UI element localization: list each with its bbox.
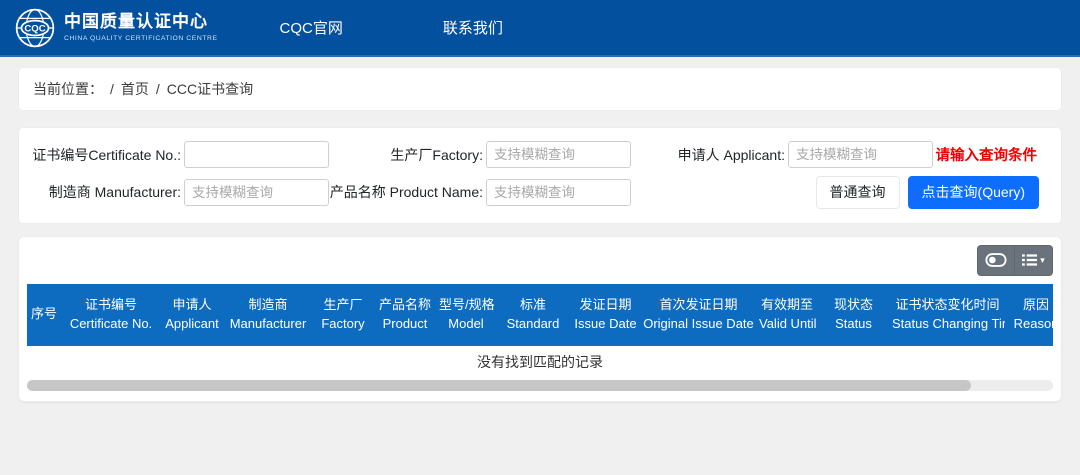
applicant-field: 申请人 Applicant: bbox=[631, 141, 933, 168]
col-factory: 生产厂Factory bbox=[313, 284, 373, 346]
certificate-no-field: 证书编号Certificate No.: bbox=[29, 141, 329, 168]
factory-input[interactable] bbox=[486, 141, 631, 168]
product-name-field: 产品名称 Product Name: bbox=[329, 179, 631, 206]
caret-down-icon: ▾ bbox=[1040, 256, 1045, 265]
certificate-no-input[interactable] bbox=[184, 141, 329, 168]
columns-dropdown-button[interactable]: ▾ bbox=[1015, 245, 1053, 276]
table-toolbar-button-group: ▾ bbox=[977, 245, 1053, 276]
manufacturer-field: 制造商 Manufacturer: bbox=[29, 179, 329, 206]
nav-item-contact-us[interactable]: 联系我们 bbox=[417, 7, 529, 48]
query-hint-text: 请输入查询条件 bbox=[936, 148, 1038, 164]
form-actions: 普通查询 点击查询(Query) bbox=[631, 176, 1051, 209]
manufacturer-input[interactable] bbox=[184, 179, 329, 206]
col-issue-date: 发证日期Issue Date bbox=[571, 284, 640, 346]
factory-label: 生产厂Factory: bbox=[329, 145, 486, 165]
col-index: 序号 bbox=[27, 284, 61, 346]
results-table-panel: ▾ 序号 证书编号Certificate No. 申请人Applicant 制造… bbox=[18, 236, 1062, 402]
cqc-logo[interactable]: CQC 中国质量认证中心 CHINA QUALITY CERTIFICATION… bbox=[14, 7, 218, 49]
top-navbar: CQC 中国质量认证中心 CHINA QUALITY CERTIFICATION… bbox=[0, 0, 1080, 57]
horizontal-scrollbar-track[interactable] bbox=[27, 380, 1053, 391]
breadcrumb-home-link[interactable]: 首页 bbox=[121, 79, 149, 99]
col-valid-until: 有效期至Valid Until bbox=[757, 284, 817, 346]
applicant-label: 申请人 Applicant: bbox=[631, 145, 788, 165]
breadcrumb: 当前位置： / 首页 / CCC证书查询 bbox=[18, 67, 1062, 111]
table-scroll-container: 序号 证书编号Certificate No. 申请人Applicant 制造商M… bbox=[27, 284, 1053, 391]
col-standard: 标准Standard bbox=[495, 284, 571, 346]
org-name-zh: 中国质量认证中心 bbox=[64, 13, 218, 32]
columns-list-icon bbox=[1022, 253, 1037, 267]
col-status: 现状态Status bbox=[817, 284, 890, 346]
query-form-panel: 证书编号Certificate No.: 生产厂Factory: 申请人 App… bbox=[18, 127, 1062, 224]
col-status-changing-time: 证书状态变化时间Status Changing Time bbox=[890, 284, 1005, 346]
hint-cell: 请输入查询条件 bbox=[933, 144, 1051, 165]
col-applicant: 申请人Applicant bbox=[161, 284, 223, 346]
horizontal-scrollbar-thumb[interactable] bbox=[27, 380, 971, 391]
toggle-view-button[interactable] bbox=[977, 245, 1015, 276]
table-toolbar: ▾ bbox=[27, 245, 1053, 276]
product-name-input[interactable] bbox=[486, 179, 631, 206]
empty-results-message: 没有找到匹配的记录 bbox=[27, 346, 1053, 376]
certificate-no-label: 证书编号Certificate No.: bbox=[29, 145, 184, 165]
org-name-en: CHINA QUALITY CERTIFICATION CENTRE bbox=[64, 35, 218, 42]
col-original-issue-date: 首次发证日期Original Issue Date bbox=[640, 284, 757, 346]
col-model: 型号/规格Model bbox=[437, 284, 495, 346]
certificates-table: 序号 证书编号Certificate No. 申请人Applicant 制造商M… bbox=[27, 284, 1053, 346]
org-name: 中国质量认证中心 CHINA QUALITY CERTIFICATION CEN… bbox=[64, 13, 218, 42]
nav-item-cqc-website[interactable]: CQC官网 bbox=[254, 7, 369, 48]
breadcrumb-prefix: 当前位置： bbox=[33, 79, 103, 99]
toggle-view-icon bbox=[985, 252, 1007, 268]
normal-query-button[interactable]: 普通查询 bbox=[816, 176, 900, 209]
breadcrumb-separator: / bbox=[110, 81, 114, 97]
col-certificate-no: 证书编号Certificate No. bbox=[61, 284, 161, 346]
table-header-row: 序号 证书编号Certificate No. 申请人Applicant 制造商M… bbox=[27, 284, 1053, 346]
svg-text:CQC: CQC bbox=[24, 23, 45, 34]
nav-menu: CQC官网 联系我们 bbox=[254, 7, 529, 48]
product-name-label: 产品名称 Product Name: bbox=[329, 182, 486, 202]
col-product: 产品名称Product bbox=[373, 284, 437, 346]
factory-field: 生产厂Factory: bbox=[329, 141, 631, 168]
query-button[interactable]: 点击查询(Query) bbox=[908, 176, 1039, 209]
col-reason: 原因Reason bbox=[1005, 284, 1053, 346]
breadcrumb-current-page: CCC证书查询 bbox=[167, 79, 253, 99]
breadcrumb-separator: / bbox=[156, 81, 160, 97]
col-manufacturer: 制造商Manufacturer bbox=[223, 284, 313, 346]
manufacturer-label: 制造商 Manufacturer: bbox=[29, 182, 184, 202]
globe-logo-icon: CQC bbox=[14, 7, 56, 49]
applicant-input[interactable] bbox=[788, 141, 933, 168]
